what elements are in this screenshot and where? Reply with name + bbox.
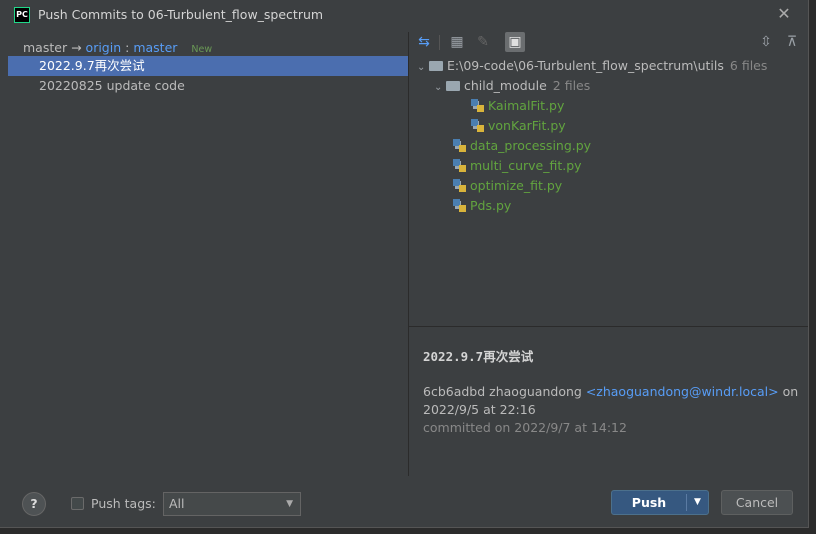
tree-file-node[interactable]: KaimalFit.py: [471, 96, 564, 116]
local-branch: master: [23, 40, 68, 55]
python-file-icon: [453, 179, 466, 192]
python-file-icon: [471, 99, 484, 112]
folder-count: 2 files: [552, 78, 591, 93]
python-file-icon: [453, 159, 466, 172]
folder-name: child_module: [464, 78, 547, 93]
commit-authored-date: 2022/9/5 at 22:16: [423, 402, 536, 417]
cancel-button[interactable]: Cancel: [721, 490, 793, 515]
on-text: on: [782, 384, 799, 399]
commits-pane: master → origin : master New 2022.9.7再次尝…: [8, 32, 408, 476]
root-count: 6 files: [729, 58, 768, 73]
commit-hash-author: 6cb6adbd zhaoguandong: [423, 384, 582, 399]
branch-arrow: →: [71, 40, 82, 55]
tree-file-node[interactable]: Pds.py: [453, 196, 511, 216]
branch-separator: :: [125, 40, 130, 55]
push-commits-dialog: PC Push Commits to 06-Turbulent_flow_spe…: [0, 0, 809, 528]
toolbar-separator: [439, 35, 440, 50]
commit-committed-date: committed on 2022/9/7 at 14:12: [423, 420, 627, 435]
chevron-down-icon: ▼: [286, 499, 293, 509]
push-dropdown-icon[interactable]: ▼: [687, 491, 708, 514]
push-button-label[interactable]: Push: [612, 491, 686, 514]
chevron-down-icon[interactable]: ⌄: [417, 58, 429, 78]
background-ide-edge: [809, 0, 816, 534]
dialog-title: Push Commits to 06-Turbulent_flow_spectr…: [38, 7, 324, 22]
author-email-link[interactable]: <zhaoguandong@windr.local>: [586, 384, 779, 399]
commit-details-title: 2022.9.7再次尝试: [423, 349, 534, 364]
dialog-footer: ? Push tags: All ▼ Push ▼ Cancel: [0, 476, 808, 527]
preview-diff-icon[interactable]: ▣: [505, 32, 525, 52]
push-tags-checkbox[interactable]: [71, 497, 84, 510]
push-tags-label[interactable]: Push tags:: [91, 496, 156, 511]
file-name: Pds.py: [470, 198, 512, 213]
close-icon[interactable]: ✕: [774, 4, 794, 24]
collapse-all-icon[interactable]: ⊼: [782, 32, 802, 52]
folder-icon: [429, 61, 443, 71]
tree-file-node[interactable]: optimize_fit.py: [453, 176, 562, 196]
new-branch-badge: New: [191, 44, 213, 55]
changes-pane: ⇆ ▦ ✎ ▣ ⇳ ⊼ ⌄ E:\09-code\06-Turbulent_flo…: [409, 32, 808, 476]
python-file-icon: [453, 199, 466, 212]
edit-source-icon[interactable]: ✎: [473, 32, 493, 52]
commit-author-line: 6cb6adbd zhaoguandong <zhaoguandong@wind…: [423, 384, 798, 399]
push-tags-select[interactable]: All ▼: [163, 492, 301, 516]
file-name: vonKarFit.py: [488, 118, 566, 133]
background-ide-bottom: [0, 527, 816, 534]
group-by-icon[interactable]: ▦: [447, 32, 467, 52]
branch-line: master → origin : master New: [23, 40, 212, 55]
tree-root-node[interactable]: ⌄ E:\09-code\06-Turbulent_flow_spectrum\u…: [417, 56, 767, 76]
commit-row[interactable]: 2022.9.7再次尝试: [8, 56, 408, 76]
file-name: data_processing.py: [470, 138, 592, 153]
tree-folder-node[interactable]: ⌄ child_module 2 files: [434, 76, 590, 96]
python-file-icon: [471, 119, 484, 132]
tree-file-node[interactable]: data_processing.py: [453, 136, 591, 156]
changes-toolbar: ⇆ ▦ ✎ ▣ ⇳ ⊼: [409, 32, 808, 54]
commit-row[interactable]: 20220825 update code: [8, 76, 408, 96]
details-divider[interactable]: [409, 326, 808, 327]
root-path: E:\09-code\06-Turbulent_flow_spectrum\ut…: [447, 58, 724, 73]
show-diff-icon[interactable]: ⇆: [414, 32, 434, 52]
push-tags-value: All: [169, 496, 185, 511]
chevron-down-icon[interactable]: ⌄: [434, 78, 446, 98]
python-file-icon: [453, 139, 466, 152]
dialog-titlebar: PC Push Commits to 06-Turbulent_flow_spe…: [0, 0, 808, 30]
file-name: optimize_fit.py: [470, 178, 563, 193]
expand-all-icon[interactable]: ⇳: [756, 32, 776, 52]
tree-file-node[interactable]: vonKarFit.py: [471, 116, 566, 136]
help-button[interactable]: ?: [22, 492, 46, 516]
file-name: multi_curve_fit.py: [470, 158, 582, 173]
file-name: KaimalFit.py: [488, 98, 565, 113]
folder-icon: [446, 81, 460, 91]
tree-file-node[interactable]: multi_curve_fit.py: [453, 156, 582, 176]
remote-name-link[interactable]: origin: [86, 40, 122, 55]
push-button[interactable]: Push ▼: [611, 490, 709, 515]
pycharm-icon: PC: [14, 7, 30, 23]
remote-branch-link[interactable]: master: [133, 40, 177, 55]
